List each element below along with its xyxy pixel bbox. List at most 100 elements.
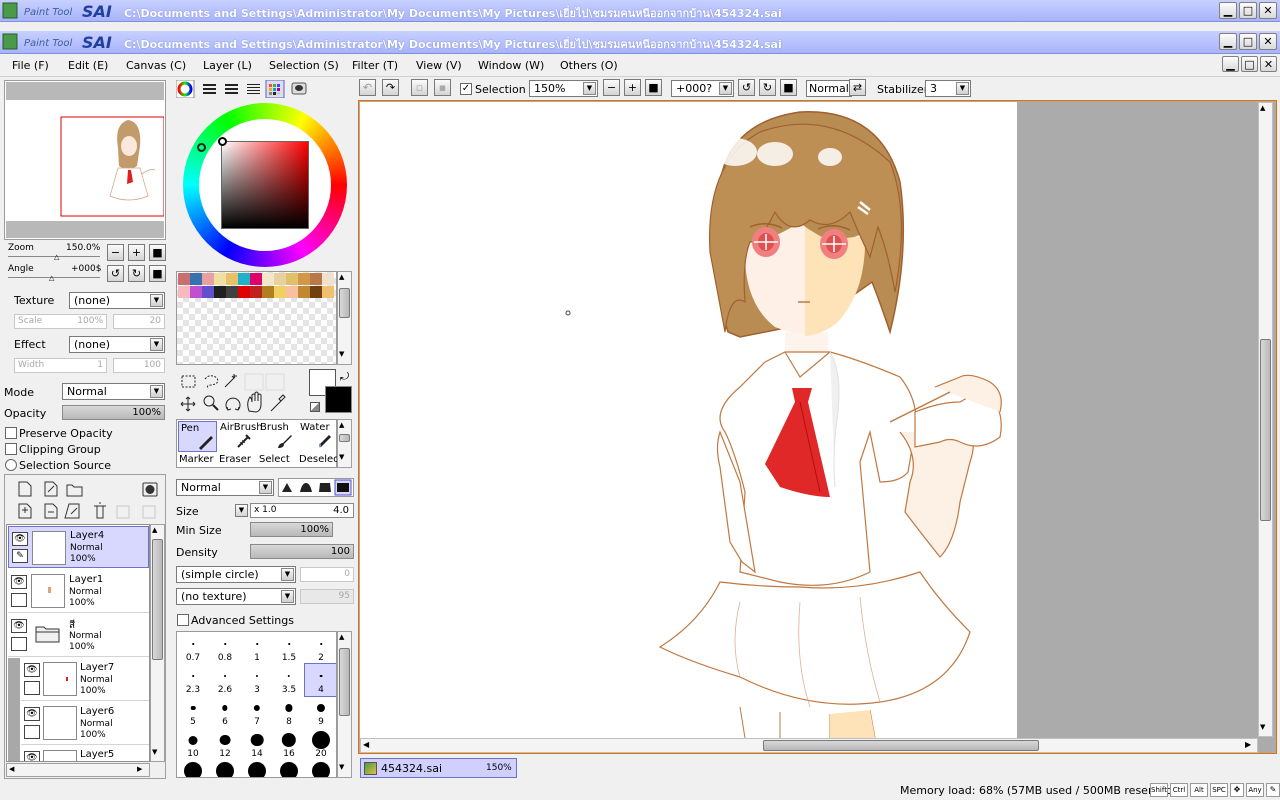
layer-list-scrollbar[interactable]: ▲ ▼ bbox=[150, 524, 165, 762]
color-swatch[interactable] bbox=[238, 273, 250, 285]
brush-size-preset[interactable]: 9 bbox=[305, 696, 336, 728]
scroll-up-icon[interactable]: ▲ bbox=[1260, 104, 1265, 112]
color-swatch[interactable] bbox=[322, 286, 334, 298]
zoom-slider-handle[interactable]: △ bbox=[54, 253, 59, 261]
brush-size-preset[interactable]: 10 bbox=[177, 728, 209, 760]
brush-size-preset[interactable]: 1 bbox=[241, 632, 273, 664]
rect-select-icon[interactable] bbox=[179, 373, 198, 390]
selection-source-radio[interactable] bbox=[5, 459, 17, 471]
brush-size-preset[interactable]: 5 bbox=[177, 696, 209, 728]
color-swatch[interactable] bbox=[190, 273, 202, 285]
advanced-settings-checkbox[interactable] bbox=[177, 614, 189, 626]
brush-size-preset[interactable]: 0.8 bbox=[209, 632, 241, 664]
brush-size-field[interactable]: x 1.0 4.0 bbox=[250, 503, 354, 518]
color-swatch[interactable] bbox=[226, 286, 238, 298]
hue-picker-cursor[interactable] bbox=[197, 143, 206, 152]
toolbar-zoom-in-button[interactable]: + bbox=[624, 79, 641, 96]
eye-icon[interactable]: 👁 bbox=[24, 663, 40, 677]
canvas[interactable] bbox=[360, 102, 1017, 738]
tool-marker[interactable]: Marker bbox=[179, 454, 214, 465]
transparent-color-icon[interactable] bbox=[310, 402, 320, 412]
color-swatch[interactable] bbox=[274, 273, 286, 285]
menu-others[interactable]: Others (O) bbox=[560, 59, 618, 72]
eye-icon[interactable]: 👁 bbox=[12, 532, 28, 546]
menu-view[interactable]: View (V) bbox=[416, 59, 462, 72]
canvas-vscrollbar[interactable]: ▲ ▼ bbox=[1258, 102, 1273, 737]
brush-size-preset[interactable] bbox=[177, 760, 209, 777]
merge-down-icon[interactable] bbox=[42, 502, 60, 520]
brush-size-preset[interactable] bbox=[305, 760, 336, 777]
menu-edit[interactable]: Edit (E) bbox=[68, 59, 108, 72]
brush-size-preset[interactable]: 3 bbox=[241, 664, 273, 696]
scroll-right-icon[interactable]: ▶ bbox=[1245, 740, 1251, 749]
view-mode-box[interactable]: Normal bbox=[806, 80, 852, 97]
color-sv-square[interactable] bbox=[221, 141, 309, 229]
layer-lock-box[interactable] bbox=[11, 593, 27, 607]
scroll-left-icon[interactable]: ◀ bbox=[363, 740, 369, 749]
color-swatch[interactable] bbox=[238, 286, 250, 298]
layer-scroll-thumb[interactable] bbox=[152, 539, 163, 660]
brush-size-preset[interactable] bbox=[273, 760, 305, 777]
eye-icon[interactable]: 👁 bbox=[24, 751, 40, 761]
color-swatch[interactable] bbox=[250, 286, 262, 298]
menu-file[interactable]: File (F) bbox=[12, 59, 49, 72]
scroll-down-icon[interactable]: ▼ bbox=[339, 350, 344, 358]
layer-lock-box[interactable] bbox=[24, 725, 40, 739]
flip-view-button[interactable]: ⇄ bbox=[849, 79, 866, 96]
selection-checkbox[interactable]: ✓ bbox=[460, 83, 472, 95]
edge-medium-icon[interactable] bbox=[297, 479, 314, 496]
size-scroll-thumb[interactable] bbox=[339, 648, 350, 716]
minimize-button[interactable]: ▁ bbox=[1219, 33, 1237, 50]
brush-size-preset[interactable]: 7 bbox=[241, 696, 273, 728]
edge-hard-icon[interactable] bbox=[335, 479, 352, 496]
color-swatches[interactable] bbox=[176, 271, 337, 365]
canvas-hscroll-thumb[interactable] bbox=[763, 740, 1039, 751]
brush-size-preset[interactable]: 2.6 bbox=[209, 664, 241, 696]
brush-size-preset[interactable]: 12 bbox=[209, 728, 241, 760]
color-swatch[interactable] bbox=[310, 273, 322, 285]
color-swatch[interactable] bbox=[250, 273, 262, 285]
angle-select[interactable]: +000? ▼ bbox=[671, 80, 734, 97]
canvas-hscrollbar[interactable]: ◀ ▶ bbox=[360, 738, 1258, 753]
transfer-down-icon[interactable] bbox=[18, 502, 36, 520]
brush-shape-select[interactable]: (simple circle) ▼ bbox=[176, 566, 296, 583]
doc-restore-button[interactable]: □ bbox=[1241, 56, 1258, 72]
layer-lock-box[interactable] bbox=[11, 637, 27, 651]
pen-lock-icon[interactable]: ✎ bbox=[12, 549, 28, 563]
eye-icon[interactable]: 👁 bbox=[11, 619, 27, 633]
zoom-reset-button[interactable]: ■ bbox=[149, 244, 166, 261]
secondary-color-swatch[interactable] bbox=[325, 386, 352, 413]
stabilizer-select[interactable]: 3 ▼ bbox=[925, 80, 971, 97]
close-button[interactable]: ✕ bbox=[1259, 2, 1277, 19]
brush-size-scrollbar[interactable]: ▲ ▼ bbox=[337, 631, 352, 778]
swatch-tab-icon[interactable] bbox=[267, 80, 285, 98]
brush-size-preset[interactable]: 2.3 bbox=[177, 664, 209, 696]
layer-row-layer7[interactable]: 👁 Layer7 Normal 100% bbox=[21, 658, 149, 701]
color-swatch[interactable] bbox=[178, 273, 190, 285]
angle-slider-handle[interactable]: △ bbox=[49, 274, 54, 282]
rotate-left-button[interactable]: ↺ bbox=[107, 265, 124, 282]
zoom-out-button[interactable]: − bbox=[107, 244, 124, 261]
hsv-slider-tab-icon[interactable] bbox=[223, 80, 239, 98]
magic-wand-icon[interactable] bbox=[222, 373, 241, 390]
tool-water[interactable]: Water bbox=[298, 421, 337, 452]
tool-pen[interactable]: Pen bbox=[178, 421, 217, 452]
toolbar-rotate-reset-button[interactable]: ■ bbox=[780, 79, 797, 96]
rgb-slider-tab-icon[interactable] bbox=[201, 80, 217, 98]
layer-lock-box[interactable] bbox=[24, 681, 40, 695]
color-wheel-tab-icon[interactable] bbox=[179, 80, 195, 98]
density-bar[interactable]: 100 bbox=[250, 544, 354, 559]
rotate-tool-icon[interactable] bbox=[222, 395, 241, 412]
layer-mask-icon[interactable] bbox=[141, 480, 159, 498]
brush-size-preset[interactable]: 3.5 bbox=[273, 664, 305, 696]
color-swatch[interactable] bbox=[262, 286, 274, 298]
tool-select[interactable]: Select bbox=[259, 454, 290, 465]
tool-airbrush[interactable]: AirBrush bbox=[218, 421, 263, 452]
scroll-up-icon[interactable]: ▲ bbox=[152, 526, 157, 534]
clear-layer-icon[interactable] bbox=[65, 502, 83, 520]
scroll-up-icon[interactable]: ▲ bbox=[339, 273, 344, 281]
layer-row-layer6[interactable]: 👁 Layer6 Normal 100% bbox=[21, 702, 149, 745]
eye-icon[interactable]: 👁 bbox=[24, 707, 40, 721]
tool-brush[interactable]: Brush bbox=[258, 421, 297, 452]
scroll-down-icon[interactable]: ▼ bbox=[339, 453, 344, 461]
